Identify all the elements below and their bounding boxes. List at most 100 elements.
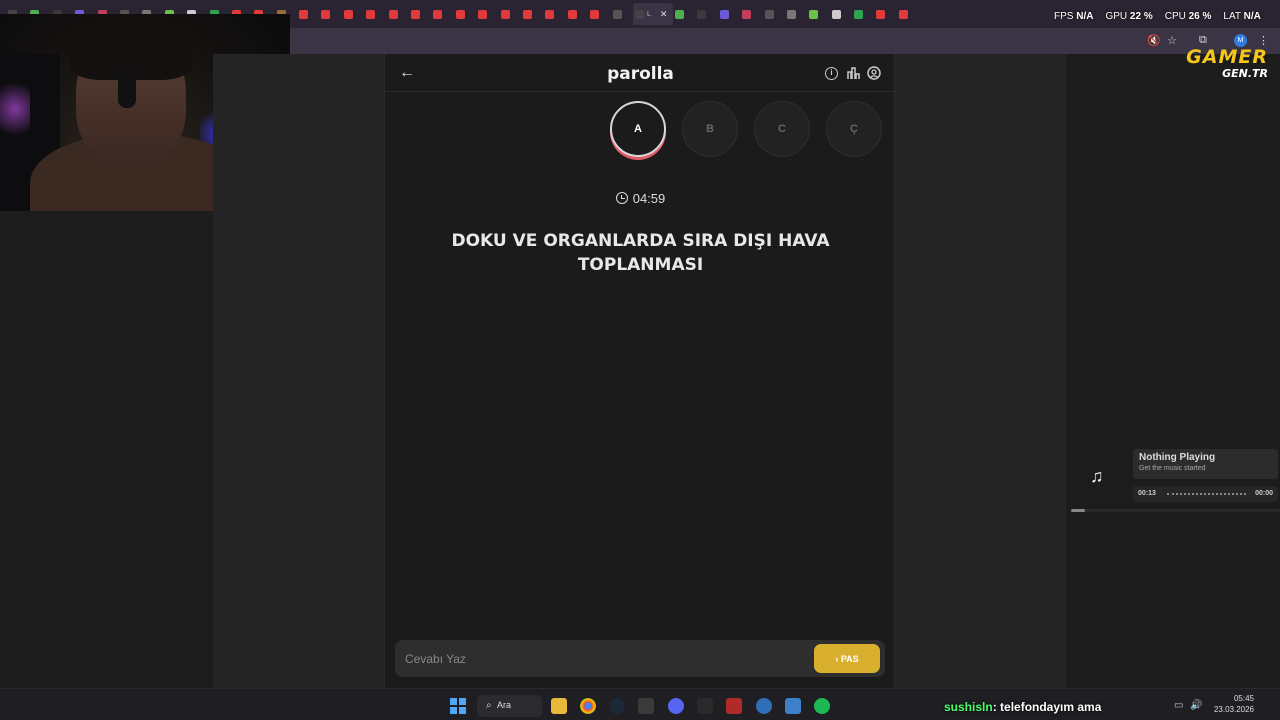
network-app-icon[interactable] <box>785 698 801 714</box>
mute-icon[interactable]: 🔇 <box>1147 34 1161 47</box>
tab-favicon-icon <box>674 9 684 19</box>
tab-favicon-icon <box>411 9 421 19</box>
browser-tab[interactable] <box>499 3 521 25</box>
tab-favicon-icon <box>567 9 577 19</box>
tab-favicon-icon <box>786 9 796 19</box>
network-icon[interactable]: ▭ <box>1174 700 1183 711</box>
tab-favicon-icon <box>898 9 908 19</box>
system-clock[interactable]: 05:45 23.03.2026 <box>1206 693 1254 715</box>
browser-tab[interactable] <box>521 3 543 25</box>
right-panel <box>895 54 1066 688</box>
browser-tab[interactable] <box>342 3 364 25</box>
tab-favicon-icon <box>299 9 309 19</box>
right-background <box>1066 54 1280 688</box>
app-header: ← parolla i <box>385 54 896 92</box>
tab-favicon-icon <box>545 9 555 19</box>
tab-favicon-icon <box>742 9 752 19</box>
epic-games-icon[interactable] <box>697 698 713 714</box>
browser-tab[interactable] <box>763 3 785 25</box>
browser-tab[interactable] <box>673 3 695 25</box>
volume-icon[interactable]: 🔊 <box>1190 700 1202 711</box>
taskbar-search[interactable]: ⌕ Ara <box>477 695 542 717</box>
tab-favicon-icon <box>478 9 488 19</box>
chrome-icon[interactable] <box>580 698 596 714</box>
search-icon: ⌕ <box>486 700 492 711</box>
browser-tab[interactable] <box>476 3 498 25</box>
stat-lat: LAT N/A <box>1223 11 1261 22</box>
close-tab-icon[interactable]: ✕ <box>660 9 668 20</box>
tab-favicon-icon <box>500 9 510 19</box>
browser-tab[interactable] <box>364 3 386 25</box>
browser-tab[interactable] <box>718 3 740 25</box>
left-panel <box>213 54 384 688</box>
music-now-playing: Nothing Playing Get the music started <box>1133 449 1278 479</box>
browser-tab[interactable] <box>740 3 762 25</box>
browser-tab[interactable] <box>319 3 341 25</box>
answer-input[interactable] <box>405 640 805 677</box>
pass-button[interactable]: › PAS <box>814 644 880 673</box>
letter-circle-3: C <box>754 101 810 157</box>
tab-favicon-icon <box>809 9 819 19</box>
file-explorer-icon[interactable] <box>551 698 567 714</box>
user-circle-icon[interactable] <box>867 66 881 80</box>
tab-favicon-icon <box>876 9 886 19</box>
browser-tab[interactable] <box>543 3 565 25</box>
countdown-timer: 04:59 <box>385 191 896 206</box>
spotify-icon[interactable] <box>814 698 830 714</box>
tab-favicon-icon <box>854 9 864 19</box>
tab-label: L <box>646 10 651 18</box>
stat-cpu: CPU 26 % <box>1164 11 1212 22</box>
tab-favicon-icon <box>612 9 622 19</box>
music-elapsed: 00:13 <box>1138 490 1156 497</box>
gamergen-logo: GAMER GEN.TR <box>1186 46 1268 80</box>
browser-tab[interactable] <box>852 3 874 25</box>
stat-fps: FPS N/A <box>1054 11 1094 22</box>
browser-tab[interactable]: L ✕ <box>632 3 673 25</box>
browser-tab[interactable] <box>409 3 431 25</box>
browser-tab[interactable] <box>874 3 896 25</box>
music-progress: 00:13 00:00 <box>1133 486 1278 502</box>
info-icon[interactable]: i <box>825 67 838 80</box>
chat-username: sushisln <box>944 700 993 714</box>
tab-favicon-icon <box>433 9 443 19</box>
chat-overlay: sushisln: telefondayım ama <box>944 700 1101 714</box>
tab-favicon-icon <box>590 9 600 19</box>
browser-tab[interactable] <box>566 3 588 25</box>
tab-favicon-icon <box>764 9 774 19</box>
clock-icon <box>615 192 628 204</box>
browser-tab[interactable] <box>830 3 852 25</box>
browser-tab[interactable] <box>588 3 610 25</box>
letter-circle-4: Ç <box>826 101 882 157</box>
browser-tab[interactable] <box>897 3 919 25</box>
music-waveform <box>1167 493 1246 495</box>
tab-favicon-icon <box>321 9 331 19</box>
app-icon[interactable] <box>726 698 742 714</box>
star-icon[interactable]: ☆ <box>1167 34 1177 47</box>
letter-circle-1: A <box>610 101 666 157</box>
tab-favicon-icon <box>634 9 644 19</box>
music-subtitle: Get the music started <box>1139 465 1206 472</box>
performance-stats: FPS N/A GPU 22 % CPU 26 % LAT N/A <box>1054 11 1261 22</box>
parolla-game: ← parolla i ABCÇ 04:59 DOKU VE ORGANLARD… <box>384 54 896 688</box>
browser-tab[interactable] <box>785 3 807 25</box>
left-background <box>0 211 213 688</box>
music-total: 00:00 <box>1255 490 1273 497</box>
chevron-right-icon: › <box>835 653 839 664</box>
browser-tab[interactable] <box>431 3 453 25</box>
letter-circle-2: B <box>682 101 738 157</box>
chart-icon[interactable] <box>846 66 860 80</box>
tab-favicon-icon <box>455 9 465 19</box>
browser-icon[interactable] <box>756 698 772 714</box>
browser-tab[interactable] <box>611 3 633 25</box>
app-title: parolla <box>607 64 674 84</box>
steam-icon[interactable] <box>609 698 625 714</box>
browser-tab[interactable] <box>387 3 409 25</box>
browser-tab[interactable] <box>695 3 717 25</box>
windows-start-icon[interactable] <box>450 698 466 714</box>
browser-tab[interactable] <box>454 3 476 25</box>
game-app-icon[interactable] <box>638 698 654 714</box>
browser-tab[interactable] <box>807 3 829 25</box>
music-seek-bar[interactable] <box>1071 509 1280 512</box>
browser-tab[interactable] <box>297 3 319 25</box>
discord-icon[interactable] <box>668 698 684 714</box>
